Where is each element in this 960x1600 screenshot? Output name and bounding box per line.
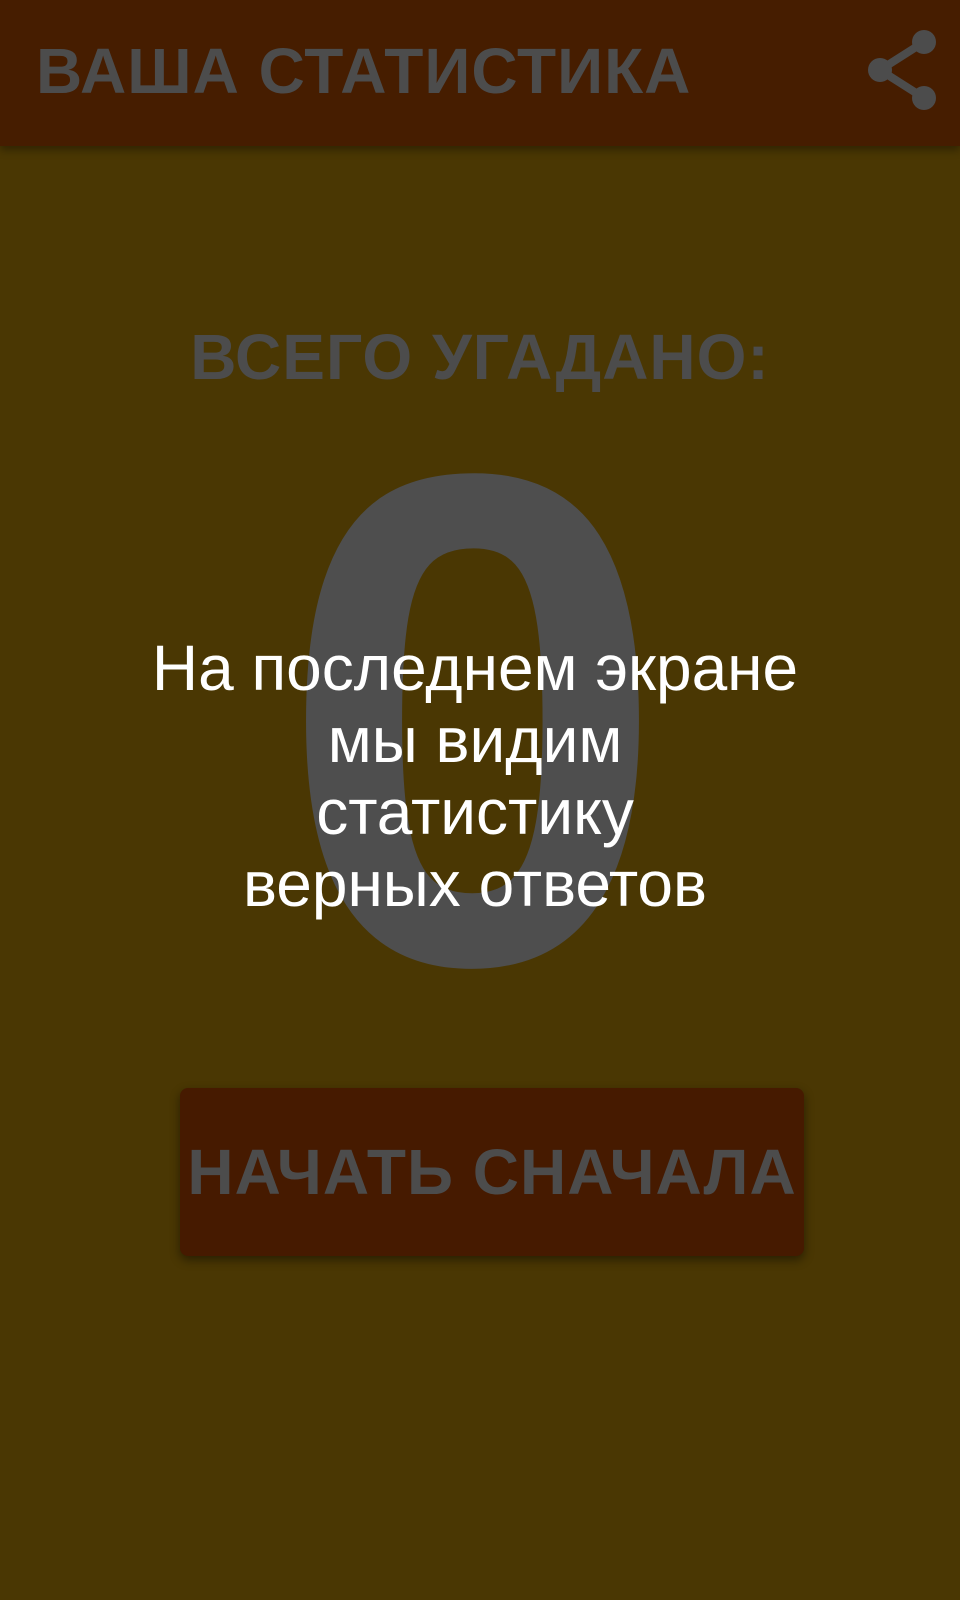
overlay-line: На последнем экране <box>151 632 799 704</box>
share-button[interactable] <box>862 28 940 114</box>
app-title: ВАША СТАТИСТИКА <box>36 35 692 107</box>
share-icon <box>868 30 936 110</box>
overlay-line: статистику <box>316 776 634 848</box>
restart-button[interactable]: НАЧАТЬ СНАЧАЛА <box>180 1088 804 1256</box>
app-bar: ВАША СТАТИСТИКА <box>0 0 960 146</box>
overlay-line: мы видим <box>327 704 623 776</box>
restart-button-label: НАЧАТЬ СНАЧАЛА <box>187 1136 797 1208</box>
tutorial-overlay-text: На последнем экране мы видим статистику … <box>90 632 860 920</box>
overlay-line: верных ответов <box>242 848 708 920</box>
